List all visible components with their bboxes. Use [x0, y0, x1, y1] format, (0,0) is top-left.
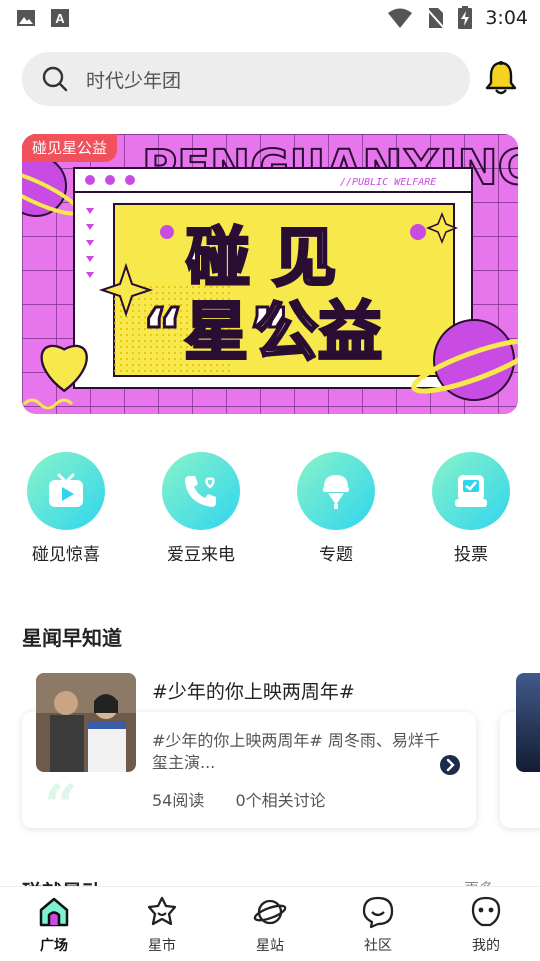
- tv-play-icon: [49, 473, 83, 507]
- quick-action-bg: [162, 452, 240, 530]
- status-bar: A 3:04: [0, 0, 540, 36]
- banner-small-text: //PUBLIC WELFARE: [340, 177, 436, 188]
- tab-square[interactable]: 广场: [14, 895, 94, 955]
- planet-icon: [253, 899, 287, 925]
- tab-label: 我的: [472, 938, 500, 954]
- arrow-right-icon[interactable]: [440, 755, 460, 775]
- vote-box-icon: [455, 475, 487, 507]
- news-card-next-thumbnail[interactable]: [516, 673, 540, 772]
- banner-artwork: PENGJIANXING //PUBLIC WELFARE 碰 见 “星” 公益: [22, 134, 518, 414]
- news-card-title: #少年的你上映两周年#: [152, 681, 355, 703]
- quote-mark-deco: “: [44, 772, 78, 840]
- banner-title-line2b: 公益: [254, 296, 382, 370]
- smile-bubble-icon: [362, 896, 394, 929]
- tab-label: 星市: [148, 938, 176, 954]
- search-input[interactable]: 时代少年团: [22, 52, 470, 106]
- no-sim-icon: [426, 8, 446, 29]
- banner-title-line1: 碰 见: [186, 222, 336, 296]
- tab-label: 广场: [40, 938, 68, 954]
- clock: 3:04: [485, 7, 528, 29]
- promo-banner[interactable]: PENGJIANXING //PUBLIC WELFARE 碰 见 “星” 公益: [22, 134, 518, 414]
- news-card-thumbnail[interactable]: [36, 673, 136, 772]
- image-icon: [17, 10, 35, 26]
- quick-action-label: 投票: [454, 545, 488, 565]
- font-app-icon: A: [51, 9, 69, 27]
- tab-star-station[interactable]: 星站: [230, 895, 310, 955]
- quick-action-topics[interactable]: 专题: [276, 452, 396, 565]
- tab-star-market[interactable]: 星市: [122, 895, 202, 955]
- banner-tag: 碰见星公益: [22, 134, 118, 162]
- home-icon: [39, 897, 69, 927]
- news-card-description: #少年的你上映两周年# 周冬雨、易烊千玺主演...: [152, 731, 440, 772]
- section-title-news: 星闻早知道: [22, 626, 122, 650]
- bottom-tab-bar: 广场 星市 星站 社区 我的: [0, 886, 540, 961]
- ice-cream-icon: [323, 475, 349, 509]
- quick-actions: 碰见惊喜 爱豆来电 专题 投票: [0, 452, 540, 572]
- quick-action-bg: [27, 452, 105, 530]
- quick-action-bg: [432, 452, 510, 530]
- tab-community[interactable]: 社区: [338, 895, 418, 955]
- svg-text:A: A: [55, 11, 65, 26]
- bell-icon[interactable]: [484, 60, 518, 96]
- alien-face-icon: [471, 896, 501, 927]
- battery-icon: [458, 6, 473, 29]
- quick-action-idol-call[interactable]: 爱豆来电: [141, 452, 261, 565]
- wifi-icon: [388, 8, 413, 28]
- phone-heart-icon: [185, 476, 216, 507]
- quick-action-bg: [297, 452, 375, 530]
- quick-action-label: 碰见惊喜: [32, 545, 100, 565]
- quick-action-label: 爱豆来电: [167, 545, 235, 565]
- tab-label: 社区: [364, 938, 392, 954]
- discussion-count: 0个相关讨论: [235, 791, 326, 810]
- quick-action-label: 专题: [319, 545, 353, 565]
- search-icon: [42, 66, 68, 92]
- tab-label: 星站: [256, 938, 284, 954]
- star-face-icon: [147, 896, 177, 926]
- news-card-stats: 54阅读 0个相关讨论: [152, 787, 352, 811]
- quick-action-surprise[interactable]: 碰见惊喜: [6, 452, 126, 565]
- read-count: 54阅读: [152, 791, 205, 810]
- search-row: 时代少年团: [22, 52, 522, 106]
- quick-action-vote[interactable]: 投票: [411, 452, 531, 565]
- tab-profile[interactable]: 我的: [446, 895, 526, 955]
- search-placeholder: 时代少年团: [86, 70, 182, 92]
